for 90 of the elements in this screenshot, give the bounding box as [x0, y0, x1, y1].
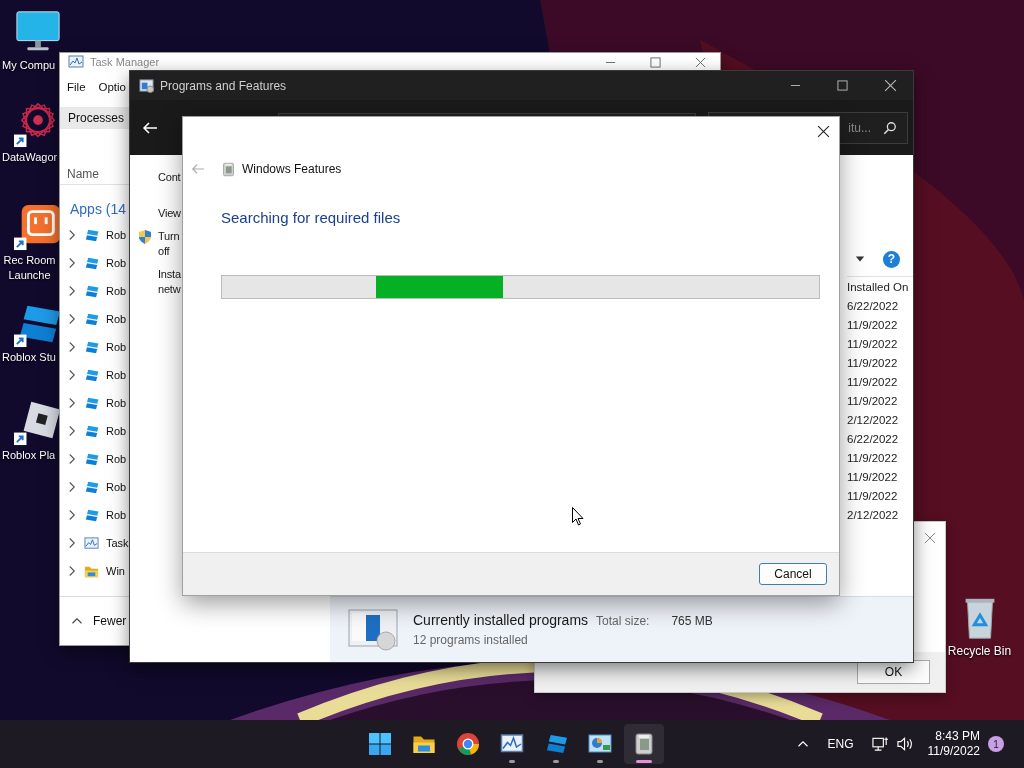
installed-date: 2/12/2022	[847, 508, 900, 523]
process-name: Task	[106, 537, 129, 549]
installed-date: 11/9/2022	[847, 356, 899, 371]
size-value: 765 MB	[671, 614, 713, 628]
shield-icon	[137, 229, 153, 245]
menu-item[interactable]: Optio	[98, 81, 127, 93]
installed-date: 11/9/2022	[847, 337, 899, 352]
tilted-squares-icon	[84, 423, 99, 439]
tilted-squares-icon	[84, 451, 99, 467]
clock[interactable]: 8:43 PM 11/9/2022	[927, 729, 980, 759]
dialog-title: Windows Features	[242, 162, 342, 176]
sidebar-link[interactable]: Cont	[158, 170, 181, 185]
menu-item[interactable]: File	[67, 81, 86, 93]
close-icon[interactable]	[817, 125, 830, 138]
installed-date: 11/9/2022	[847, 470, 899, 485]
installed-date: 11/9/2022	[847, 451, 899, 466]
start-icon	[368, 732, 392, 756]
installed-date: 11/9/2022	[847, 318, 899, 333]
program-count: 12 programs installed	[413, 633, 529, 647]
process-name: Rob	[106, 229, 127, 241]
smiley-app-icon[interactable]	[13, 203, 62, 251]
cursor-icon	[572, 507, 584, 526]
process-name: Rob	[106, 257, 127, 269]
clock-time: 8:43 PM	[935, 729, 980, 744]
desktop-icon-label[interactable]: Rec Room Launche	[2, 253, 57, 283]
column-header: Installed On	[847, 276, 913, 297]
box-icon	[632, 732, 656, 756]
fewer-details-link[interactable]: Fewer	[93, 614, 127, 628]
browser-icon	[456, 732, 480, 756]
control-panel-icon	[588, 732, 612, 756]
process-name: Rob	[106, 453, 127, 465]
desktop-icon-label[interactable]: Roblox Stu	[2, 350, 56, 365]
chart-icon	[68, 54, 84, 70]
maximize-icon[interactable]	[650, 56, 661, 68]
language-indicator[interactable]: ENG	[827, 737, 854, 751]
box-icon	[221, 161, 236, 177]
details-title: Currently installed programs	[413, 612, 589, 628]
tilted-squares-icon	[84, 283, 99, 299]
window-title: Programs and Features	[160, 78, 287, 93]
cancel-button[interactable]: Cancel	[759, 563, 827, 585]
maximize-icon[interactable]	[837, 80, 848, 91]
back-arrow-icon[interactable]	[142, 119, 158, 136]
tilted-squares-icon	[84, 227, 99, 243]
process-name: Rob	[106, 369, 127, 381]
clock-date: 11/9/2022	[927, 744, 980, 759]
taskbar-button[interactable]	[624, 724, 664, 764]
process-name: Rob	[106, 313, 127, 325]
process-name: Rob	[106, 397, 127, 409]
help-button[interactable]: ?	[883, 250, 900, 268]
process-name: Rob	[106, 285, 127, 297]
installed-date: 6/22/2022	[847, 299, 900, 314]
tilted-squares-icon	[84, 339, 99, 355]
installed-date: 11/9/2022	[847, 489, 899, 504]
process-name: Rob	[106, 481, 127, 493]
programs-icon	[139, 78, 154, 93]
search-icon[interactable]	[883, 120, 897, 135]
tilted-squares-icon	[84, 255, 99, 271]
process-name: Rob	[106, 509, 127, 521]
sidebar-link[interactable]: Turn off	[158, 229, 180, 259]
tilted-squares-icon	[84, 367, 99, 383]
installed-date: 11/9/2022	[847, 394, 899, 409]
process-name: Rob	[106, 425, 127, 437]
tilted-squares-icon	[84, 311, 99, 327]
sidebar-link[interactable]: Insta netw	[158, 267, 181, 297]
desktop-icon-label[interactable]: Recycle Bin	[947, 644, 1012, 659]
search-text: itu...	[848, 120, 871, 135]
process-name: Rob	[106, 341, 127, 353]
status-heading: Searching for required files	[220, 208, 402, 228]
tilted-squares-icon	[84, 507, 99, 523]
desktop-icon-label[interactable]: Roblox Pla	[2, 448, 56, 463]
installed-date: 2/12/2022	[847, 413, 900, 428]
tilted-squares-icon	[84, 479, 99, 495]
desktop-icon-label[interactable]: DataWagor	[2, 150, 57, 165]
installed-date: 6/22/2022	[847, 432, 900, 447]
sidebar-link[interactable]: View	[158, 206, 181, 221]
group-header: Apps (14	[70, 200, 127, 219]
process-name: Win	[106, 565, 125, 577]
network-icon[interactable]	[871, 736, 889, 752]
notification-badge[interactable]: 1	[988, 736, 1004, 752]
programs-icon	[348, 608, 398, 651]
dropdown-caret-icon[interactable]	[855, 254, 865, 264]
volume-icon[interactable]	[896, 736, 914, 752]
tilted-squares-icon	[544, 732, 568, 756]
desktop-icon-label[interactable]: My Compu	[2, 58, 56, 73]
size-label: Total size:	[596, 614, 650, 628]
installed-date: 11/9/2022	[847, 375, 899, 390]
tilted-squares-icon	[84, 395, 99, 411]
window-title: Task Manager	[90, 56, 160, 68]
close-icon[interactable]	[884, 79, 897, 92]
chart-icon	[84, 535, 99, 551]
